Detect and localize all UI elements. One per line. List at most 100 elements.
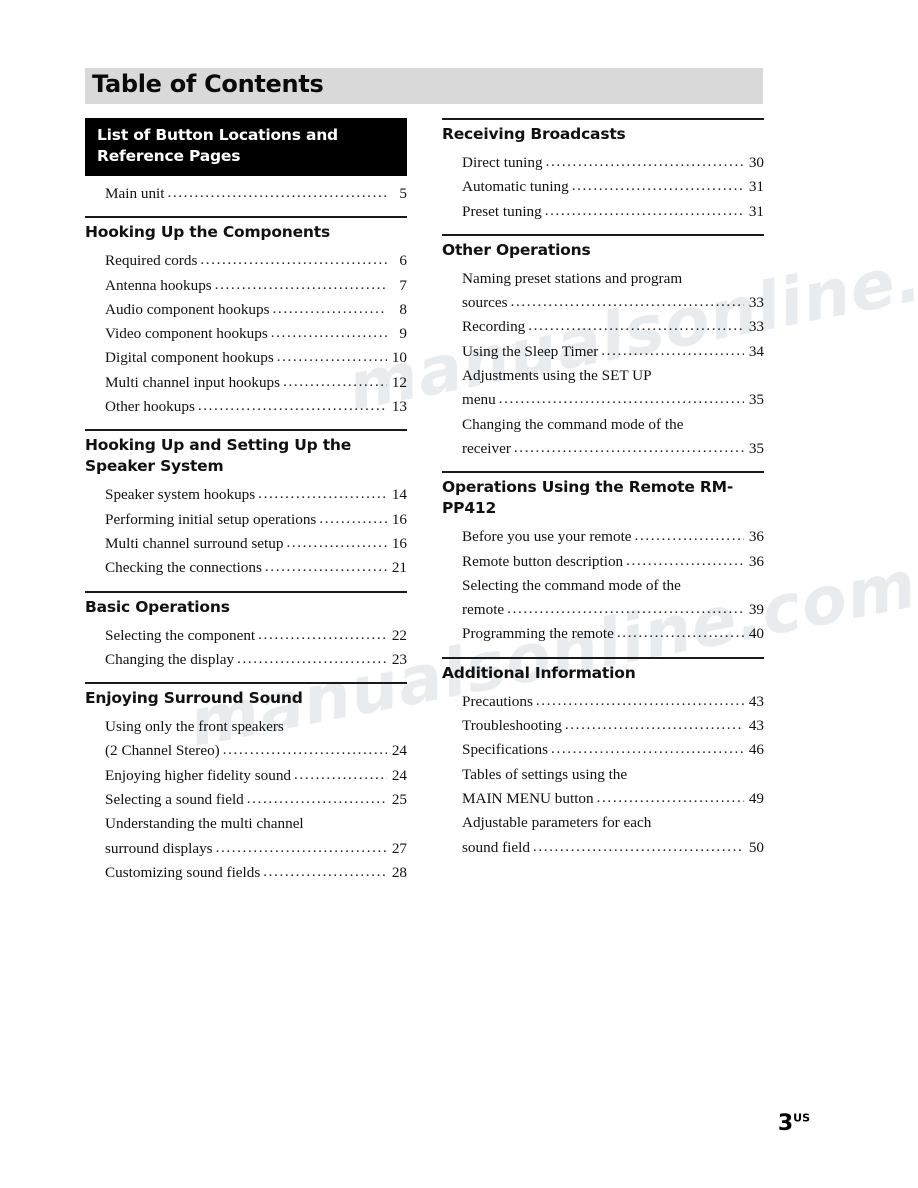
toc-entry-page: 25 [391,791,407,809]
toc-entry[interactable]: Antenna hookups.........................… [85,274,407,298]
toc-entry[interactable]: menu....................................… [442,388,764,412]
folio-number: 3 [777,1111,794,1136]
toc-leader-dots: ........................................… [270,324,387,342]
toc-leader-dots: ........................................… [200,251,387,269]
toc-entry[interactable]: Digital component hookups...............… [85,346,407,370]
toc-entry[interactable]: Recording...............................… [442,315,764,339]
toc-entry[interactable]: Multi channel input hookups.............… [85,371,407,395]
toc-entry[interactable]: sources.................................… [442,291,764,315]
toc-entry[interactable]: Adjustable parameters for each [442,811,764,835]
toc-entry[interactable]: Using only the front speakers [85,715,407,739]
toc-entry-row: Naming preset stations and program [462,267,764,291]
toc-entry[interactable]: Selecting the component.................… [85,624,407,648]
toc-leader-dots: ........................................… [263,862,387,880]
toc-entry-row: remote..................................… [462,598,764,622]
toc-entry[interactable]: Main unit...............................… [85,182,407,206]
toc-entry-row: Performing initial setup operations.....… [105,508,407,532]
toc-entry-row: menu....................................… [462,388,764,412]
toc-leader-dots: ........................................… [283,372,387,390]
toc-leader-dots: ........................................… [616,624,744,642]
toc-entry[interactable]: MAIN MENU button........................… [442,787,764,811]
toc-entry[interactable]: Naming preset stations and program [442,267,764,291]
section-heading: Basic Operations [85,597,230,616]
toc-entry-title: Customizing sound fields [105,863,261,881]
toc-entry[interactable]: Tables of settings using the [442,763,764,787]
toc-entry-row: Antenna hookups.........................… [105,274,407,298]
toc-entry-page: 13 [391,398,407,416]
toc-entry[interactable]: Using the Sleep Timer...................… [442,340,764,364]
toc-entry-row: Programming the remote..................… [462,622,764,646]
toc-entry-row: Multi channel surround setup............… [105,532,407,556]
toc-leader-dots: ........................................… [545,153,744,170]
toc-entry-page: 28 [391,863,407,881]
toc-leader-dots: ........................................… [294,765,387,783]
toc-entry[interactable]: Changing the command mode of the [442,413,764,437]
toc-entry[interactable]: Enjoying higher fidelity sound..........… [85,764,407,788]
toc-entry[interactable]: Speaker system hookups..................… [85,483,407,507]
toc-entry[interactable]: Selecting a sound field.................… [85,788,407,812]
section-divider [442,233,764,236]
toc-entry-row: Using the Sleep Timer...................… [462,340,764,364]
toc-entry-page: 43 [748,692,764,710]
toc-entry-title: Programming the remote [462,625,614,643]
toc-entry[interactable]: Before you use your remote..............… [442,525,764,549]
toc-entry-row: Preset tuning...........................… [462,200,764,224]
toc-entry-list: Required cords..........................… [85,249,407,419]
toc-entry-page: 30 [748,154,764,171]
section-heading: Additional Information [442,663,636,682]
toc-entry[interactable]: Specifications..........................… [442,738,764,762]
toc-entry-title: Other hookups [105,398,195,416]
toc-entry[interactable]: Selecting the command mode of the [442,574,764,598]
toc-entry[interactable]: sound field.............................… [442,836,764,860]
toc-entry-title: Using the Sleep Timer [462,342,599,360]
toc-entry-title: Precautions [462,692,533,710]
toc-entry[interactable]: Customizing sound fields................… [85,861,407,885]
toc-entry-page: 23 [391,650,407,668]
toc-entry-title: sound field [462,838,530,856]
toc-entry[interactable]: Video component hookups.................… [85,322,407,346]
toc-entry[interactable]: Performing initial setup operations.....… [85,508,407,532]
toc-entry-row: Adjustments using the SET UP [462,364,764,388]
toc-entry[interactable]: Programming the remote..................… [442,622,764,646]
toc-entry[interactable]: (2 Channel Stereo)......................… [85,739,407,763]
toc-entry-list: Using only the front speakers (2 Channel … [85,715,407,885]
toc-entry[interactable]: Understanding the multi channel [85,812,407,836]
toc-leader-dots: ........................................… [596,788,744,806]
toc-leader-dots: ........................................… [246,790,387,808]
toc-leader-dots: ........................................… [264,558,387,576]
toc-entry[interactable]: Direct tuning...........................… [442,151,764,175]
toc-leader-dots: ........................................… [528,317,744,335]
section-heading: List of Button Locations and Reference P… [85,118,407,176]
toc-entry[interactable]: Other hookups...........................… [85,395,407,419]
toc-section: Other Operations Naming preset stations a… [442,233,764,461]
toc-entry[interactable]: surround displays.......................… [85,837,407,861]
toc-entry-row: Changing the command mode of the [462,413,764,437]
toc-entry[interactable]: Changing the display....................… [85,648,407,672]
toc-entry[interactable]: Preset tuning...........................… [442,200,764,224]
toc-section: Operations Using the Remote RM-PP412 Befo… [442,471,764,646]
toc-entry-page: 34 [748,342,764,360]
toc-entry[interactable]: Checking the connections................… [85,556,407,580]
toc-entry-row: Understanding the multi channel [105,812,407,836]
toc-entry[interactable]: Required cords..........................… [85,249,407,273]
toc-entry[interactable]: Multi channel surround setup............… [85,532,407,556]
page-title: Table of Contents [92,70,324,98]
toc-entry[interactable]: Automatic tuning........................… [442,175,764,199]
toc-leader-dots: ........................................… [237,649,387,667]
toc-entry[interactable]: Adjustments using the SET UP [442,364,764,388]
toc-entry[interactable]: remote..................................… [442,598,764,622]
toc-entry[interactable]: Audio component hookups.................… [85,298,407,322]
toc-leader-dots: ........................................… [258,625,387,643]
toc-entry-title: Selecting the component [105,626,256,644]
toc-leader-dots: ........................................… [510,293,744,311]
toc-leader-dots: ........................................… [513,438,744,456]
toc-entry[interactable]: Precautions.............................… [442,690,764,714]
toc-leader-dots: ........................................… [551,740,744,758]
toc-entry-row: Changing the display....................… [105,648,407,672]
toc-leader-dots: ........................................… [222,741,387,759]
toc-entry[interactable]: Remote button description...............… [442,550,764,574]
toc-entry-page: 8 [399,300,407,318]
toc-entry[interactable]: Troubleshooting.........................… [442,714,764,738]
toc-entry-page: 33 [748,318,764,336]
toc-entry[interactable]: receiver................................… [442,437,764,461]
